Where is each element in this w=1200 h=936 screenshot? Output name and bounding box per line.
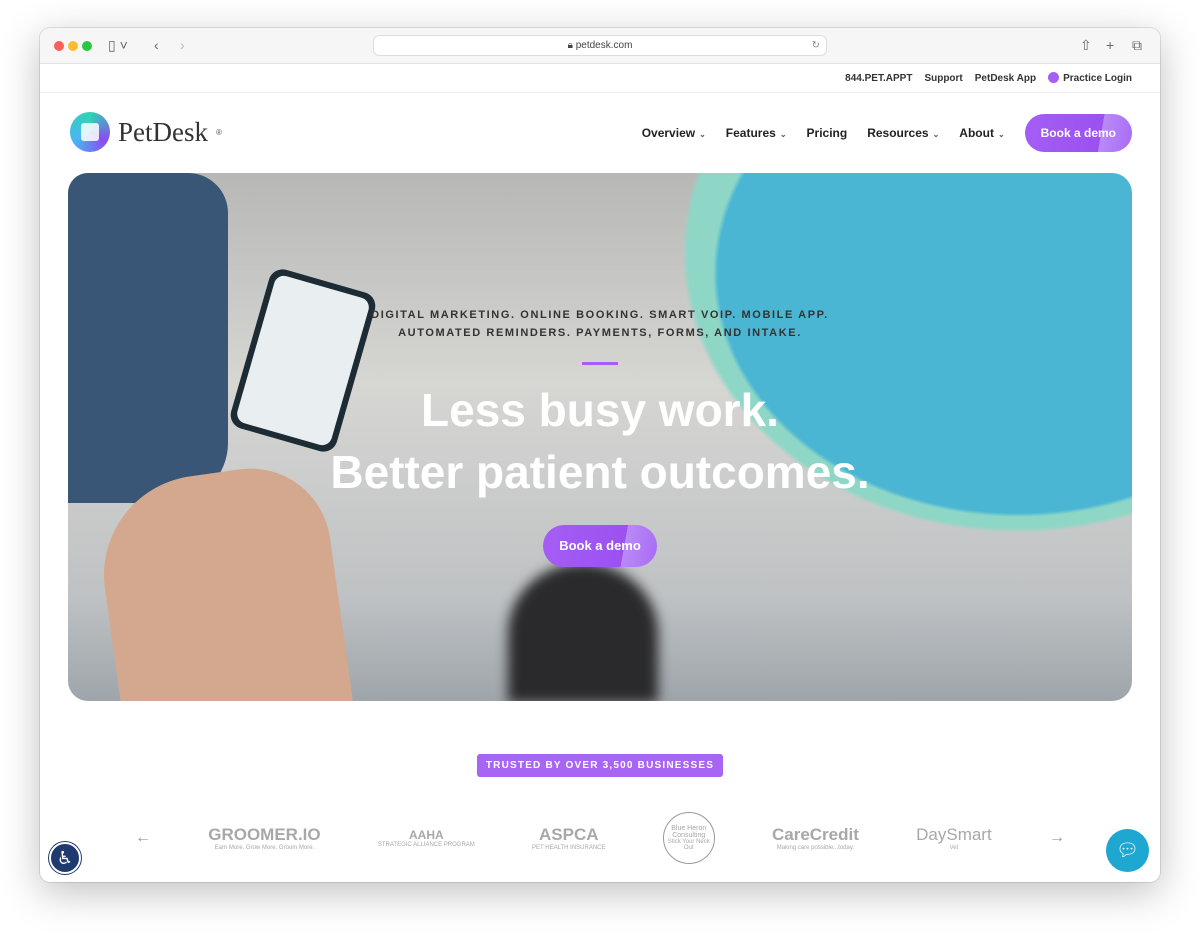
logo-aspca: ASPCA PET HEALTH INSURANCE — [532, 825, 605, 851]
logo-name: ASPCA — [539, 825, 599, 844]
logo-groomer: GROOMER.IO Earn More. Grow More. Groom Mo… — [208, 825, 320, 851]
tabs-overview-icon[interactable]: ⧉ — [1132, 37, 1142, 54]
logo-name: AAHA — [409, 828, 444, 842]
nav-item-about[interactable]: About ⌄ — [959, 126, 1004, 140]
url-text: petdesk.com — [575, 40, 633, 51]
hero-headline: Less busy work. Better patient outcomes. — [68, 379, 1132, 503]
trusted-badge: TRUSTED BY OVER 3,500 BUSINESSES — [477, 754, 723, 777]
hero-image-dog — [508, 563, 658, 701]
arrow-right-icon[interactable]: → — [1049, 829, 1065, 847]
petdesk-app-link[interactable]: PetDesk App — [975, 73, 1036, 84]
nav-label: Resources — [867, 126, 929, 140]
support-link[interactable]: Support — [924, 73, 962, 84]
nav-label: About — [959, 126, 994, 140]
chat-bubble-icon: 💬︎ — [1116, 840, 1139, 860]
reload-icon[interactable]: ↻ — [812, 36, 820, 55]
minimize-window-button[interactable] — [68, 41, 78, 51]
lock-icon: 🔒︎ — [567, 40, 576, 51]
logo-name: CareCredit — [771, 825, 859, 844]
nav-label: Features — [725, 126, 776, 140]
petdesk-logo[interactable]: PetDesk ® — [70, 112, 222, 152]
logo-carecredit: CareCredit Making care possible...today. — [772, 825, 859, 851]
eyebrow-line: DIGITAL MARKETING. ONLINE BOOKING. SMART… — [371, 309, 829, 321]
hero-section: DIGITAL MARKETING. ONLINE BOOKING. SMART… — [68, 173, 1132, 701]
chevron-down-icon: ⌄ — [779, 130, 787, 139]
logo-blue-heron: Blue Heron Consulting Stick Your Neck Out — [662, 812, 715, 864]
hero-eyebrow: DIGITAL MARKETING. ONLINE BOOKING. SMART… — [68, 306, 1132, 342]
logo-tagline: Stick Your Neck Out — [667, 839, 710, 851]
nav-label: Overview — [641, 126, 696, 140]
arrow-left-icon[interactable]: ← — [135, 829, 151, 847]
logo-aaha: AAHA STRATEGIC ALLIANCE PROGRAM — [378, 828, 475, 848]
logo-icon — [70, 112, 110, 152]
nav-item-resources[interactable]: Resources ⌄ — [867, 126, 939, 140]
sidebar-icon[interactable]: ▯ ˅ — [108, 37, 128, 54]
browser-toolbar: ▯ ˅ ‹ › 🔒︎ petdesk.com ↻ ⇧ + ⧉ — [40, 28, 1160, 64]
practice-login-label: Practice Login — [1063, 73, 1132, 84]
logo-tagline: STRATEGIC ALLIANCE PROGRAM — [377, 842, 475, 848]
accessibility-icon: ♿︎ — [56, 848, 74, 868]
hero-book-demo-button[interactable]: Book a demo — [543, 525, 657, 567]
logo-name: Blue Heron Consulting — [671, 825, 707, 839]
chat-button[interactable]: 💬︎ — [1106, 829, 1149, 872]
zoom-window-button[interactable] — [82, 41, 92, 51]
logo-daysmart: DaySmart Vet — [916, 825, 992, 851]
book-demo-button[interactable]: Book a demo — [1024, 114, 1132, 152]
nav-item-features[interactable]: Features ⌄ — [726, 126, 787, 140]
divider — [582, 362, 618, 365]
logo-name: DaySmart — [916, 825, 992, 844]
chevron-down-icon: ⌄ — [699, 130, 706, 139]
new-tab-icon[interactable]: + — [1106, 37, 1114, 53]
chevron-down-icon: ⌄ — [932, 130, 940, 139]
back-icon[interactable]: ‹ — [154, 37, 159, 53]
logo-tagline: Vet — [949, 845, 959, 851]
share-icon[interactable]: ⇧ — [1080, 37, 1092, 54]
headline-line: Better patient outcomes. — [330, 446, 870, 498]
logo-name: GROOMER.IO — [208, 825, 321, 844]
partner-logo-carousel: ← GROOMER.IO Earn More. Grow More. Groom … — [135, 808, 1065, 868]
headline-line: Less busy work. — [421, 384, 779, 436]
address-bar[interactable]: 🔒︎ petdesk.com ↻ — [373, 35, 827, 56]
accessibility-button[interactable]: ♿︎ — [49, 842, 81, 874]
logo-text: PetDesk — [118, 116, 208, 147]
nav-item-overview[interactable]: Overview ⌄ — [642, 126, 706, 140]
logo-tagline: Earn More. Grow More. Groom More. — [214, 845, 315, 851]
browser-window: ▯ ˅ ‹ › 🔒︎ petdesk.com ↻ ⇧ + ⧉ 844.PET.AP… — [40, 28, 1160, 882]
registered-mark: ® — [216, 127, 222, 137]
nav-label: Pricing — [806, 126, 848, 140]
logo-tagline: Making care possible...today. — [776, 845, 855, 851]
nav-item-pricing[interactable]: Pricing — [807, 126, 848, 140]
logo-tagline: PET HEALTH INSURANCE — [532, 845, 606, 851]
forward-icon[interactable]: › — [180, 37, 185, 53]
close-window-button[interactable] — [54, 41, 64, 51]
user-icon — [1048, 72, 1060, 83]
eyebrow-line: AUTOMATED REMINDERS. PAYMENTS, FORMS, AN… — [398, 327, 802, 339]
practice-login-link[interactable]: Practice Login — [1048, 72, 1132, 84]
main-nav: PetDesk ® Overview ⌄ Features ⌄ Pricing Res… — [40, 93, 1160, 173]
chevron-down-icon: ⌄ — [997, 130, 1005, 139]
utility-bar: 844.PET.APPT Support PetDesk App Practic… — [40, 64, 1160, 93]
phone-link[interactable]: 844.PET.APPT — [845, 73, 912, 84]
